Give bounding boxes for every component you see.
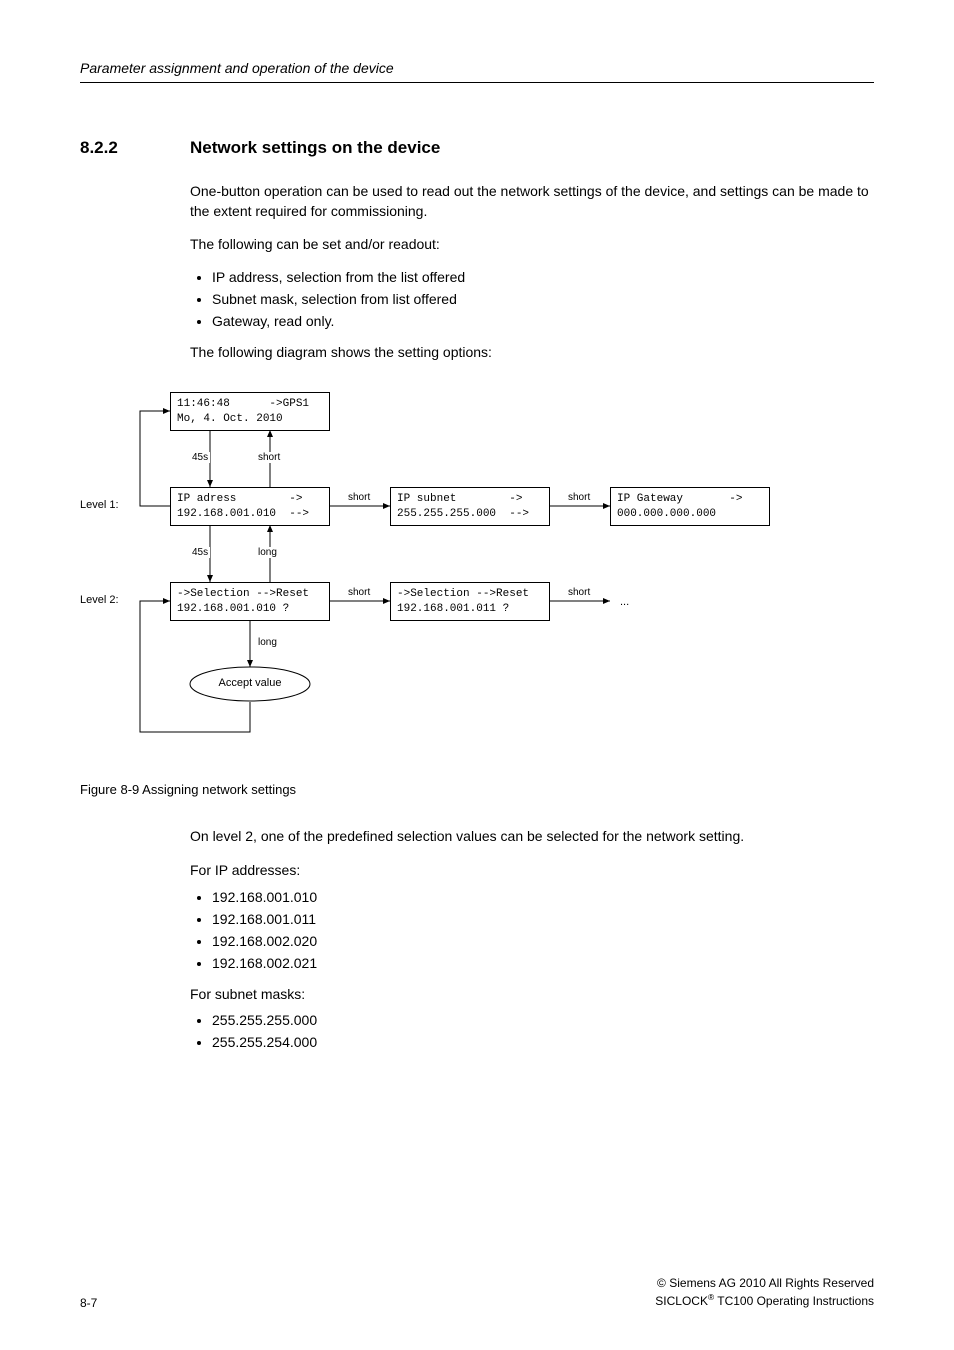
list-item: 192.168.002.021 bbox=[212, 955, 874, 971]
list-item: IP address, selection from the list offe… bbox=[212, 269, 874, 285]
edge-label: long bbox=[256, 637, 279, 648]
level-label: Level 2: bbox=[80, 594, 119, 606]
edge-label: 45s bbox=[190, 452, 210, 463]
edge-label: 45s bbox=[190, 547, 210, 558]
page-footer: 8-7 © Siemens AG 2010 All Rights Reserve… bbox=[80, 1275, 874, 1310]
list-item: 255.255.255.000 bbox=[212, 1012, 874, 1028]
diagram-node-selection-2: ->Selection -->Reset 192.168.001.011 ? bbox=[390, 582, 550, 621]
diagram-node-ip-address: IP adress -> 192.168.001.010 --> bbox=[170, 487, 330, 526]
diagram-node-ip-gateway: IP Gateway -> 000.000.000.000 bbox=[610, 487, 770, 526]
diagram: Level 1: Level 2: 11:46:48 ->GPS1 Mo, 4.… bbox=[80, 392, 870, 752]
diagram-node-ip-subnet: IP subnet -> 255.255.255.000 --> bbox=[390, 487, 550, 526]
list-item: Gateway, read only. bbox=[212, 313, 874, 329]
diagram-accept-value: Accept value bbox=[214, 677, 286, 689]
edge-label: long bbox=[256, 547, 279, 558]
diagram-ellipsis: ... bbox=[620, 596, 629, 608]
copyright: © Siemens AG 2010 All Rights Reserved bbox=[655, 1275, 874, 1292]
edge-label: short bbox=[256, 452, 282, 463]
diagram-node-start: 11:46:48 ->GPS1 Mo, 4. Oct. 2010 bbox=[170, 392, 330, 431]
list-item: 192.168.001.010 bbox=[212, 889, 874, 905]
running-header: Parameter assignment and operation of th… bbox=[80, 60, 874, 83]
level-label: Level 1: bbox=[80, 499, 119, 511]
edge-label: short bbox=[566, 492, 592, 503]
edge-label: short bbox=[566, 587, 592, 598]
section-title: Network settings on the device bbox=[190, 138, 440, 158]
paragraph: On level 2, one of the predefined select… bbox=[190, 827, 874, 847]
diagram-node-selection-1: ->Selection -->Reset 192.168.001.010 ? bbox=[170, 582, 330, 621]
edge-label: short bbox=[346, 587, 372, 598]
figure-caption: Figure 8-9 Assigning network settings bbox=[80, 782, 874, 797]
section-number: 8.2.2 bbox=[80, 138, 190, 158]
paragraph: The following can be set and/or readout: bbox=[190, 235, 874, 255]
list-item: Subnet mask, selection from list offered bbox=[212, 291, 874, 307]
bullet-list: 255.255.255.000 255.255.254.000 bbox=[190, 1012, 874, 1050]
list-item: 192.168.001.011 bbox=[212, 911, 874, 927]
edge-label: short bbox=[346, 492, 372, 503]
paragraph: For IP addresses: bbox=[190, 861, 874, 881]
paragraph: For subnet masks: bbox=[190, 985, 874, 1005]
bullet-list: 192.168.001.010 192.168.001.011 192.168.… bbox=[190, 889, 874, 971]
paragraph: The following diagram shows the setting … bbox=[190, 343, 874, 363]
page-number: 8-7 bbox=[80, 1296, 97, 1310]
bullet-list: IP address, selection from the list offe… bbox=[190, 269, 874, 329]
paragraph: One-button operation can be used to read… bbox=[190, 182, 874, 221]
list-item: 255.255.254.000 bbox=[212, 1034, 874, 1050]
list-item: 192.168.002.020 bbox=[212, 933, 874, 949]
diagram-edges bbox=[80, 392, 870, 752]
doc-line: SICLOCK® TC100 Operating Instructions bbox=[655, 1292, 874, 1310]
